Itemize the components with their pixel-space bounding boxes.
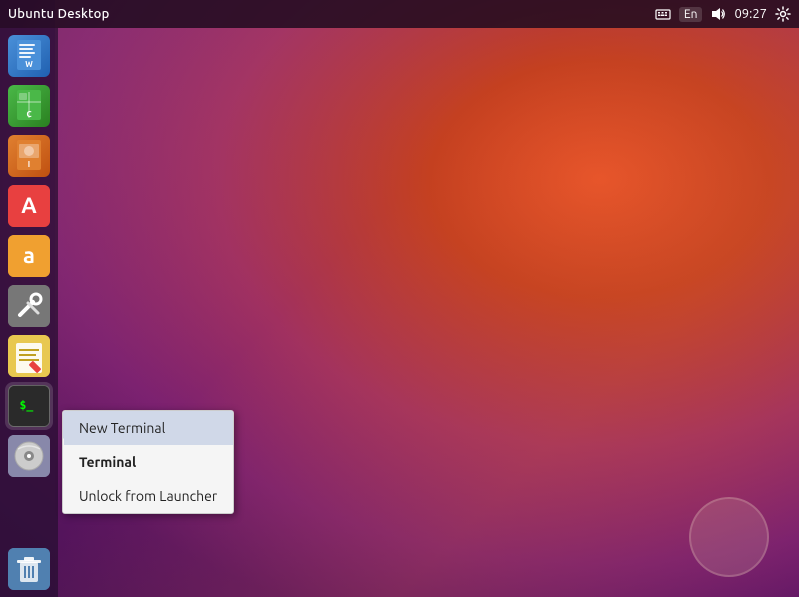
writer-icon: W: [8, 35, 50, 77]
context-menu: New Terminal Terminal Unlock from Launch…: [62, 410, 234, 514]
launcher-item-impress[interactable]: I: [5, 132, 53, 180]
top-panel: Ubuntu Desktop En 09:27: [0, 0, 799, 28]
trash-icon: [8, 548, 50, 590]
launcher-item-amazon[interactable]: a: [5, 232, 53, 280]
panel-title: Ubuntu Desktop: [8, 7, 110, 21]
svg-text:I: I: [28, 160, 30, 169]
launcher-item-trash[interactable]: [5, 545, 53, 593]
dvd-icon: [8, 435, 50, 477]
volume-icon[interactable]: [710, 6, 726, 22]
launcher-item-terminal[interactable]: $_: [5, 382, 53, 430]
settings-icon[interactable]: [775, 6, 791, 22]
launcher-item-dvd[interactable]: [5, 432, 53, 480]
panel-right-area: En 09:27: [655, 6, 791, 22]
svg-text:C: C: [26, 110, 31, 119]
context-menu-new-terminal[interactable]: New Terminal: [62, 410, 234, 446]
language-indicator[interactable]: En: [679, 7, 703, 22]
context-menu-terminal-label: Terminal: [63, 445, 233, 479]
launcher-item-notes[interactable]: [5, 332, 53, 380]
launcher-item-calc[interactable]: C: [5, 82, 53, 130]
terminal-icon: $_: [8, 385, 50, 427]
svg-text:A: A: [21, 193, 37, 218]
context-menu-unlock[interactable]: Unlock from Launcher: [63, 479, 233, 513]
decorative-circle: [689, 497, 769, 577]
svg-text:W: W: [25, 60, 33, 69]
amazon-icon: a: [8, 235, 50, 277]
launcher-item-system[interactable]: [5, 282, 53, 330]
calc-icon: C: [8, 85, 50, 127]
launcher-item-writer[interactable]: W: [5, 32, 53, 80]
svg-text:$_: $_: [19, 398, 33, 413]
system-icon: [8, 285, 50, 327]
notes-icon: [8, 335, 50, 377]
svg-text:a: a: [23, 243, 35, 268]
impress-icon: I: [8, 135, 50, 177]
launcher-item-appstore[interactable]: A: [5, 182, 53, 230]
keyboard-icon[interactable]: [655, 6, 671, 22]
time-display[interactable]: 09:27: [734, 7, 767, 21]
appstore-icon: A: [8, 185, 50, 227]
launcher-sidebar: W C I: [0, 28, 58, 597]
